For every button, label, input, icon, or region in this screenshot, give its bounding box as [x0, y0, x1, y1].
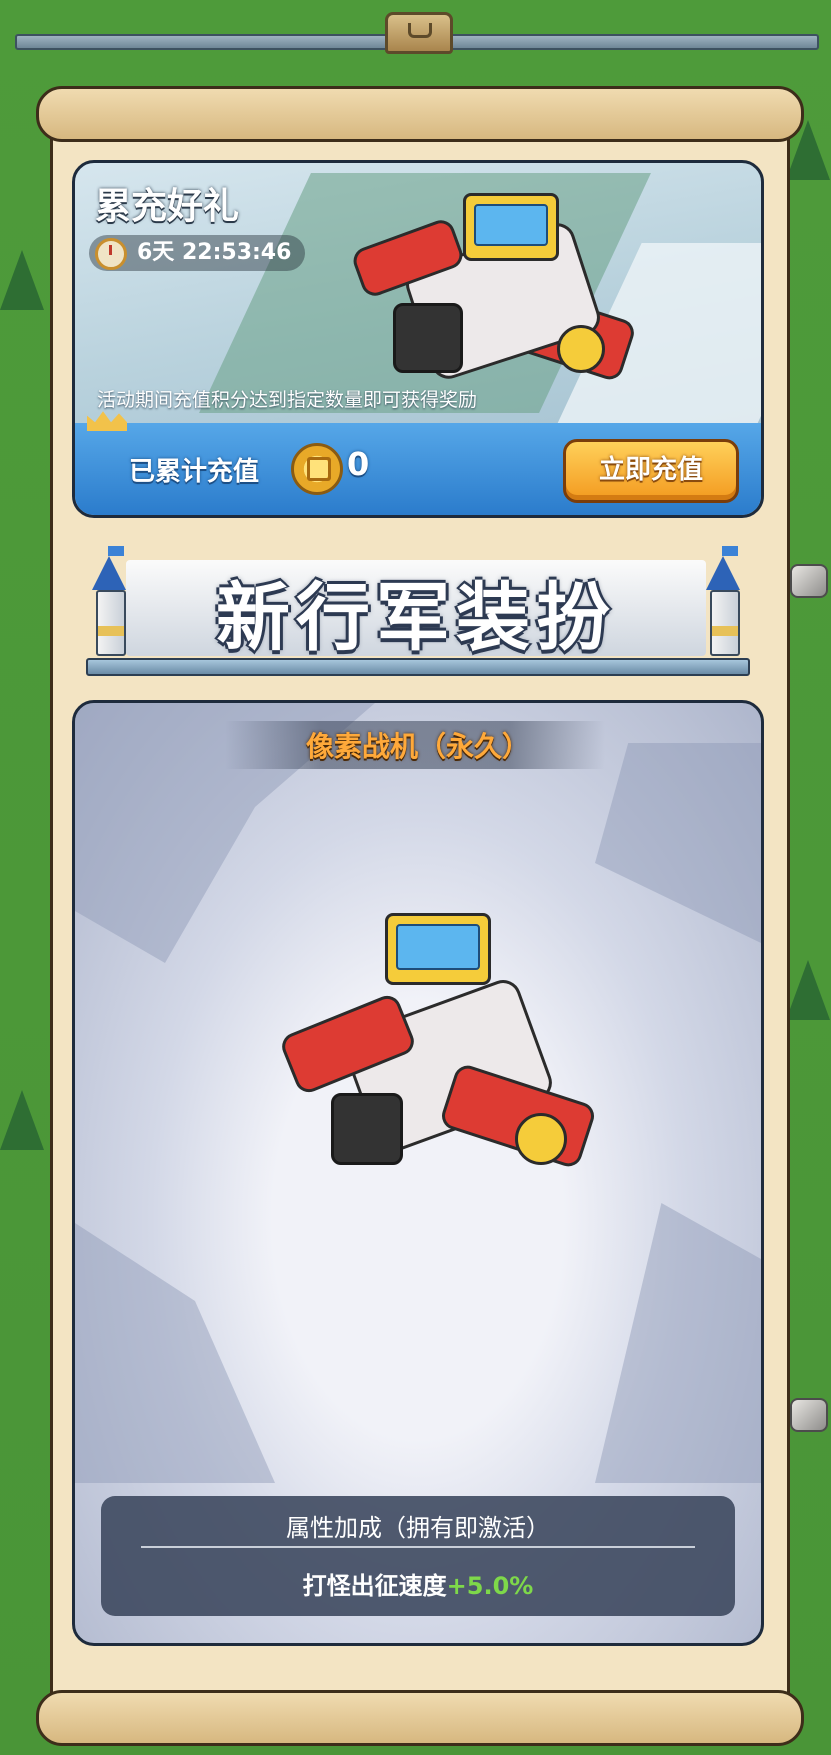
scroll-bottom-roll — [36, 1690, 804, 1746]
crown-icon — [87, 411, 127, 431]
scroll-top-roll — [36, 86, 804, 142]
countdown-text: 6天 22:53:46 — [137, 240, 292, 265]
plane-image — [277, 913, 598, 1173]
banner-description: 活动期间充值积分达到指定数量即可获得奖励 — [97, 389, 478, 411]
mountain-shadow — [595, 1203, 761, 1483]
tree-icon — [0, 1090, 44, 1150]
recharge-banner[interactable]: 累充好礼 6天 22:53:46 活动期间充值积分达到指定数量即可获得奖励 已累… — [72, 160, 764, 518]
skin-preview-card: 像素战机（永久） 属性加成（拥有即激活） 打怪出征速度+5.0% — [72, 700, 764, 1646]
header-rail — [86, 658, 750, 676]
attribute-panel: 属性加成（拥有即激活） 打怪出征速度+5.0% — [101, 1496, 735, 1616]
skin-name: 像素战机（永久） — [305, 730, 530, 763]
attribute-name: 打怪出征速度 — [302, 1572, 447, 1600]
total-recharge-label: 已累计充值 — [129, 457, 260, 487]
attribute-line: 打怪出征速度+5.0% — [101, 1566, 735, 1601]
rock-icon — [790, 1398, 828, 1432]
mountain-shadow — [75, 1223, 275, 1483]
attribute-divider — [141, 1546, 695, 1548]
tree-icon — [0, 250, 44, 310]
clock-icon — [95, 238, 127, 270]
attribute-title: 属性加成（拥有即激活） — [286, 1514, 550, 1542]
top-emblem-icon — [385, 12, 453, 54]
section-title: 新行军装扮 — [216, 575, 616, 661]
section-header: 新行军装扮 — [86, 540, 750, 676]
tree-icon — [786, 960, 830, 1020]
attribute-bonus: +5.0% — [446, 1572, 534, 1600]
total-recharge-value: 0 — [347, 445, 370, 483]
plane-image — [349, 193, 655, 393]
coin-icon — [291, 443, 343, 495]
banner-title: 累充好礼 — [95, 186, 240, 227]
recharge-now-button[interactable]: 立即充值 — [563, 439, 739, 503]
mountain-shadow — [595, 743, 761, 943]
rock-icon — [790, 564, 828, 598]
countdown-timer: 6天 22:53:46 — [89, 235, 306, 271]
